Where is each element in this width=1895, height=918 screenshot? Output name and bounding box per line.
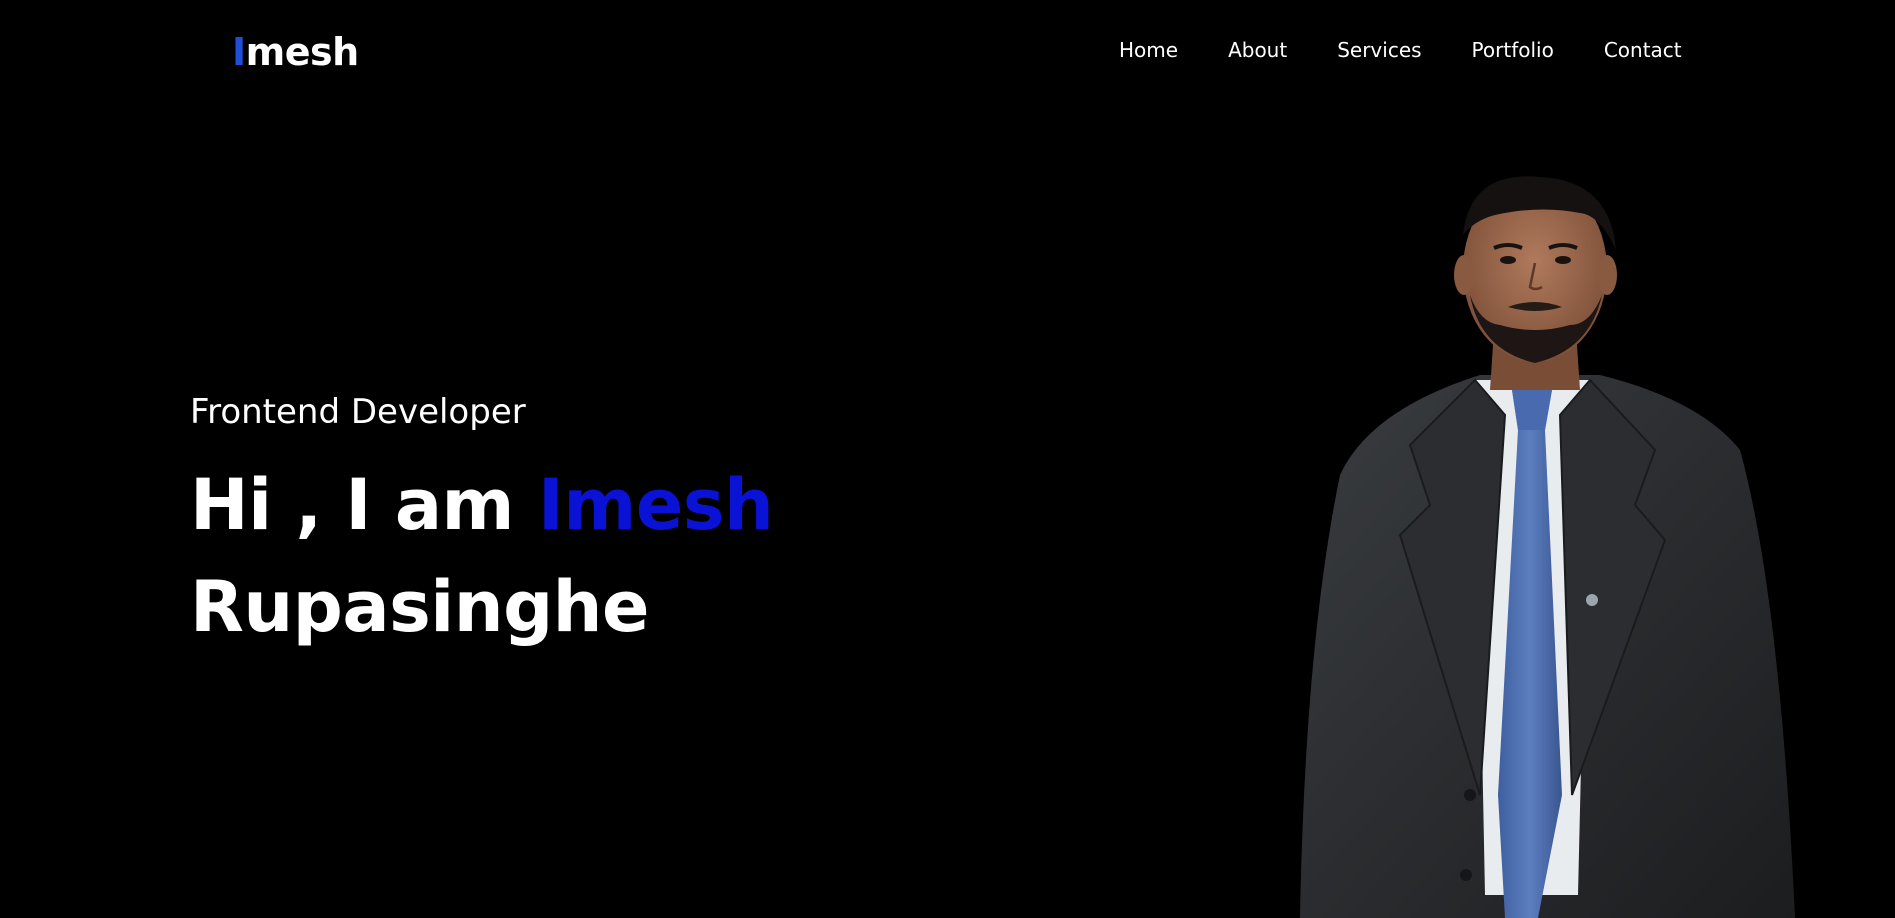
nav-portfolio-link[interactable]: Portfolio xyxy=(1472,36,1554,64)
portfolio-page: Imesh Home About Services Portfolio Cont… xyxy=(0,0,1895,918)
nav-services-link[interactable]: Services xyxy=(1337,36,1421,64)
hero-headline: Hi , I am Imesh Rupasinghe xyxy=(190,454,774,658)
nav-about-link[interactable]: About xyxy=(1228,36,1287,64)
nav-home-link[interactable]: Home xyxy=(1119,36,1178,64)
hero-role: Frontend Developer xyxy=(190,392,526,432)
logo-first-letter: I xyxy=(232,30,246,74)
main-nav: Home About Services Portfolio Contact xyxy=(1119,36,1682,64)
nav-contact-link[interactable]: Contact xyxy=(1604,36,1682,64)
hero-section: Frontend Developer Hi , I am Imesh Rupas… xyxy=(190,390,774,658)
site-header: Imesh Home About Services Portfolio Cont… xyxy=(0,0,1895,100)
site-logo[interactable]: Imesh xyxy=(232,30,359,74)
hero-last-name: Rupasinghe xyxy=(190,566,650,648)
hero-first-name: Imesh xyxy=(537,464,774,546)
person-portrait-photo xyxy=(1280,175,1800,918)
logo-rest: mesh xyxy=(245,30,360,74)
hero-greeting: Hi , I am xyxy=(190,464,538,546)
